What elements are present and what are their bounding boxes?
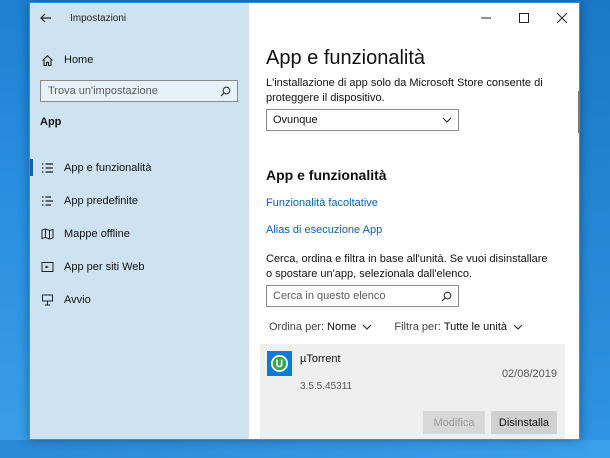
search-icon[interactable] bbox=[441, 291, 452, 302]
section-subheading: App e funzionalità bbox=[266, 167, 387, 183]
install-source-description: L'installazione di app solo da Microsoft… bbox=[266, 77, 543, 104]
scrollbar[interactable] bbox=[578, 91, 579, 133]
home-icon bbox=[40, 53, 54, 67]
sidebar-item-label: Mappe offline bbox=[64, 227, 130, 240]
utorrent-icon bbox=[267, 351, 292, 376]
filter-value: Tutte le unità bbox=[443, 321, 508, 333]
modify-button[interactable]: Modifica bbox=[423, 411, 485, 434]
sidebar-item-label: Home bbox=[64, 54, 94, 66]
back-button[interactable] bbox=[30, 3, 62, 33]
sidebar-item-default-apps[interactable]: App predefinite bbox=[30, 184, 249, 217]
sidebar-item-home[interactable]: Home bbox=[30, 47, 249, 73]
close-button[interactable] bbox=[543, 3, 579, 33]
install-source-dropdown[interactable]: Ovunque bbox=[266, 109, 459, 131]
sidebar: Impostazioni Home App bbox=[30, 3, 249, 439]
maximize-button[interactable] bbox=[505, 3, 543, 33]
sidebar-item-app-features[interactable]: App e funzionalità bbox=[30, 151, 249, 184]
app-version: 3.5.5.45311 bbox=[300, 381, 353, 392]
sidebar-item-label: Avvio bbox=[64, 293, 91, 306]
sidebar-nav: App e funzionalità App predefinite Mappe… bbox=[30, 151, 249, 316]
list-icon bbox=[40, 161, 54, 175]
app-list-search-input[interactable] bbox=[273, 290, 423, 302]
desktop-background-bottom bbox=[0, 440, 610, 458]
chevron-down-icon bbox=[442, 117, 452, 123]
install-source-value: Ovunque bbox=[273, 114, 318, 126]
page-title: App e funzionalità bbox=[266, 47, 426, 69]
back-arrow-icon bbox=[40, 13, 51, 23]
settings-search-box[interactable] bbox=[40, 80, 238, 102]
sidebar-item-web-apps[interactable]: App per siti Web bbox=[30, 250, 249, 283]
sort-value: Nome bbox=[327, 321, 357, 333]
sidebar-section-heading: App bbox=[40, 116, 62, 128]
sort-filter-bar: Ordina per: Nome Filtra per: Tutte le un… bbox=[269, 321, 523, 333]
close-icon bbox=[557, 13, 567, 23]
chevron-down-icon bbox=[513, 324, 523, 330]
window-controls bbox=[467, 3, 579, 33]
app-execution-aliases-link[interactable]: Alias di esecuzione App bbox=[266, 224, 382, 236]
chevron-down-icon bbox=[362, 324, 372, 330]
minimize-icon bbox=[481, 17, 491, 19]
maximize-icon bbox=[519, 13, 529, 23]
title-bar: Impostazioni bbox=[30, 3, 249, 33]
main-content: App e funzionalità L'installazione di ap… bbox=[249, 3, 579, 439]
startup-icon bbox=[40, 293, 54, 307]
sidebar-item-offline-maps[interactable]: Mappe offline bbox=[30, 217, 249, 250]
desktop-background-right bbox=[580, 0, 610, 458]
filter-dropdown[interactable]: Filtra per: Tutte le unità bbox=[394, 321, 523, 333]
map-icon bbox=[40, 227, 54, 241]
app-name: µTorrent bbox=[300, 353, 341, 365]
settings-window: Impostazioni Home App bbox=[29, 2, 580, 440]
sort-dropdown[interactable]: Ordina per: Nome bbox=[269, 321, 372, 333]
app-install-date: 02/08/2019 bbox=[501, 368, 557, 380]
app-title: Impostazioni bbox=[70, 12, 127, 24]
sidebar-item-label: App e funzionalità bbox=[64, 161, 152, 174]
settings-search-input[interactable] bbox=[48, 85, 208, 97]
app-list-description: Cerca, ordina e filtra in base all'unità… bbox=[266, 253, 548, 280]
filter-label: Filtra per: bbox=[394, 321, 441, 333]
search-icon[interactable] bbox=[220, 86, 231, 97]
app-list-item-selected[interactable]: µTorrent 02/08/2019 3.5.5.45311 Modifica… bbox=[260, 344, 565, 439]
sort-label: Ordina per: bbox=[269, 321, 325, 333]
optional-features-link[interactable]: Funzionalità facoltative bbox=[266, 197, 378, 209]
list-default-icon bbox=[40, 194, 54, 208]
minimize-button[interactable] bbox=[467, 3, 505, 33]
sidebar-item-startup[interactable]: Avvio bbox=[30, 283, 249, 316]
app-list-search-box[interactable] bbox=[266, 285, 459, 307]
sidebar-item-label: App per siti Web bbox=[64, 260, 145, 273]
uninstall-button[interactable]: Disinstalla bbox=[491, 411, 557, 434]
sidebar-item-label: App predefinite bbox=[64, 194, 138, 207]
web-app-icon bbox=[40, 260, 54, 274]
